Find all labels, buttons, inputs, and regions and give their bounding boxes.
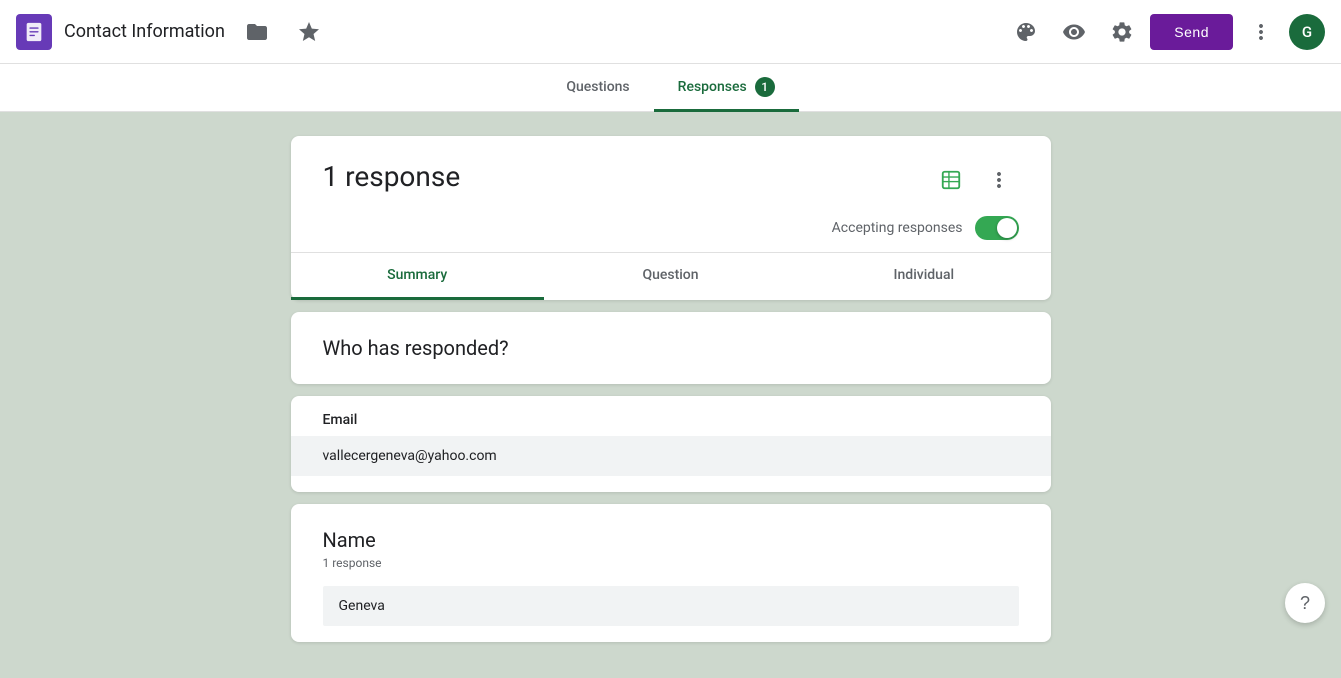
palette-icon: [1014, 20, 1038, 44]
tab-questions[interactable]: Questions: [542, 65, 653, 112]
who-responded-card: Who has responded?: [291, 312, 1051, 384]
user-avatar[interactable]: G: [1289, 14, 1325, 50]
sub-tab-summary[interactable]: Summary: [291, 253, 544, 300]
settings-button[interactable]: [1102, 12, 1142, 52]
forms-icon: [23, 21, 45, 43]
email-label: Email: [291, 396, 1051, 436]
who-card-content: Who has responded?: [291, 312, 1051, 384]
sheets-button[interactable]: [931, 160, 971, 200]
name-value: Geneva: [323, 586, 1019, 626]
response-count-label: 1 response: [323, 160, 461, 193]
topbar-left: Contact Information: [16, 12, 1006, 52]
eye-icon: [1062, 20, 1086, 44]
name-title: Name: [323, 528, 1019, 552]
folder-icon: [245, 20, 269, 44]
topbar: Contact Information Send G: [0, 0, 1341, 64]
folder-button[interactable]: [237, 12, 277, 52]
response-header-card: 1 response Accept: [291, 136, 1051, 300]
sheets-icon: [940, 169, 962, 191]
tab-responses[interactable]: Responses 1: [654, 65, 799, 112]
sub-tabs: Summary Question Individual: [291, 252, 1051, 300]
star-button[interactable]: [289, 12, 329, 52]
more-options-button[interactable]: [1241, 12, 1281, 52]
topbar-right: Send G: [1006, 12, 1325, 52]
who-responded-title: Who has responded?: [323, 336, 509, 360]
name-card: Name 1 response Geneva: [291, 504, 1051, 642]
response-more-button[interactable]: [979, 160, 1019, 200]
name-response-count: 1 response: [323, 556, 1019, 570]
main-content: 1 response Accept: [0, 112, 1341, 678]
header-actions: [931, 160, 1019, 208]
more-vertical-icon-2: [987, 168, 1011, 192]
send-button[interactable]: Send: [1150, 14, 1233, 50]
app-icon: [16, 14, 52, 50]
sub-tab-individual[interactable]: Individual: [797, 253, 1050, 300]
accepting-label: Accepting responses: [832, 220, 963, 236]
email-card: Email vallecergeneva@yahoo.com: [291, 396, 1051, 492]
more-vertical-icon: [1249, 20, 1273, 44]
responses-badge: 1: [755, 77, 775, 97]
help-label: ?: [1300, 593, 1310, 614]
accepting-toggle[interactable]: [975, 216, 1019, 240]
help-button[interactable]: ?: [1285, 583, 1325, 623]
sub-tab-question[interactable]: Question: [544, 253, 797, 300]
accepting-row: Accepting responses: [323, 208, 1019, 240]
email-value: vallecergeneva@yahoo.com: [291, 436, 1051, 476]
star-icon: [297, 20, 321, 44]
settings-icon: [1110, 20, 1134, 44]
tabs-bar: Questions Responses 1: [0, 64, 1341, 112]
preview-button[interactable]: [1054, 12, 1094, 52]
name-card-content: Name 1 response Geneva: [291, 504, 1051, 626]
palette-button[interactable]: [1006, 12, 1046, 52]
response-header: 1 response Accept: [291, 136, 1051, 240]
page-title: Contact Information: [64, 21, 225, 42]
